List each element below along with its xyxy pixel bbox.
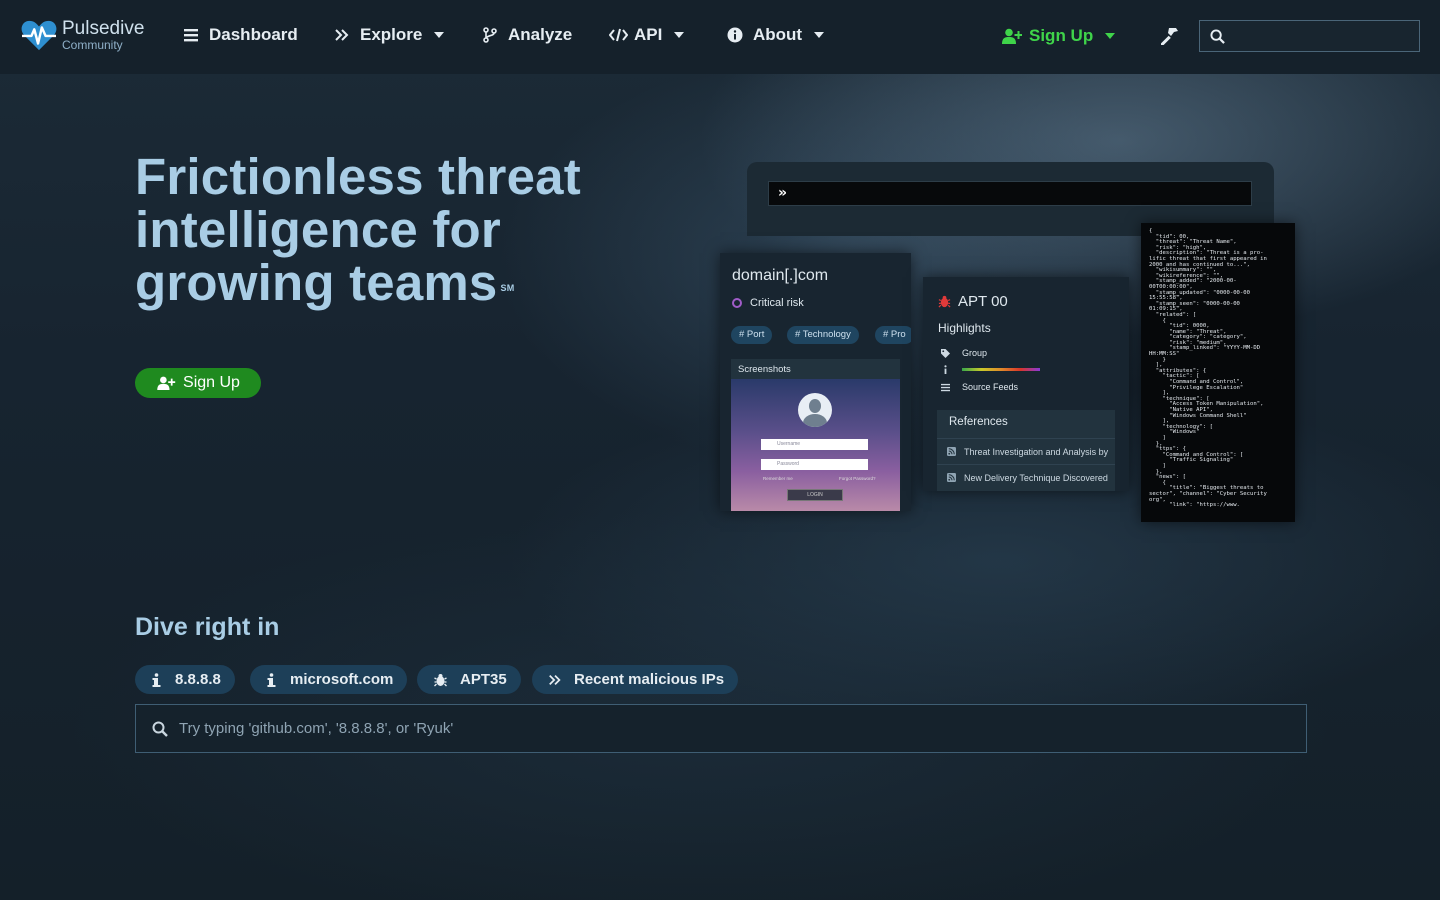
apt-risk-row [941,365,1040,374]
mockup-json-panel: { "tid": 00, "threat": "Threat Name", "r… [1141,223,1295,522]
login-screenshot: Username Password Remember me Forgot Pas… [731,379,900,511]
references-panel: References Threat Investigation and Anal… [937,410,1115,491]
nav-search-input[interactable] [1233,28,1413,44]
chip-domain[interactable]: microsoft.com [250,665,408,694]
apt-group-label: Group [962,348,988,358]
info-circle-icon [727,27,743,43]
reference-item: New Delivery Technique Discovered [937,464,1115,490]
bars-icon [184,29,198,42]
nav-about[interactable]: About [727,22,825,48]
nav-explore-label: Explore [360,25,423,44]
caret-down-icon [674,32,685,38]
double-chevron-icon [335,29,349,41]
reference-item: Threat Investigation and Analysis by [937,438,1115,464]
nav-explore[interactable]: Explore [334,22,445,48]
hero-signup-button[interactable]: Sign Up [135,368,261,398]
user-avatar-icon [798,393,832,427]
chip-explore[interactable]: Recent malicious IPs [532,665,739,694]
risk-gradient-bar [962,368,1040,371]
nav-signup[interactable]: Sign Up [1002,23,1116,49]
risk-dot-icon [732,298,742,308]
code-branch-icon [483,27,497,43]
dive-title: Dive right in [135,613,280,641]
main-search-input[interactable] [179,720,1279,737]
nav-search[interactable] [1199,20,1420,52]
apt-group-row: Group [941,348,987,358]
chip-label: Recent malicious IPs [574,671,725,688]
chip-label: APT35 [460,671,507,688]
apt-title: APT 00 [938,293,1008,310]
nav-api-label: API [634,25,663,44]
apt-highlights: Highlights [938,321,991,335]
hero-title-line1: Frictionless threat [135,148,581,205]
tag-pill: # Pro [875,326,911,344]
apt-feeds-row: Source Feeds [941,382,1018,392]
hero-title-line2: intelligence for [135,201,501,258]
nav-api[interactable]: API [609,22,685,48]
chip-label: 8.8.8.8 [175,671,221,688]
nav-dashboard-label: Dashboard [209,25,298,44]
info-icon [267,672,276,687]
json-code: { "tid": 00, "threat": "Threat Name", "r… [1149,228,1267,509]
nav-analyze-label: Analyze [508,25,573,44]
chip-label: microsoft.com [290,671,394,688]
bug-icon [434,673,447,686]
info-icon [944,365,947,374]
service-mark: SM [500,283,515,293]
domain-risk: Critical risk [732,297,804,309]
nav-analyze[interactable]: Analyze [482,22,572,48]
mockup-apt-card: APT 00 Highlights Group Source Feeds Ref… [923,277,1129,491]
reference-title: New Delivery Technique Discovered [964,472,1108,483]
fake-username: Username [761,439,868,450]
hammer-icon[interactable] [1161,27,1179,45]
brand-sub: Community [62,38,123,52]
bug-icon [938,295,951,308]
rss-icon [947,447,956,456]
user-plus-icon [157,376,176,390]
references-title: References [949,416,1008,428]
info-icon [152,672,161,687]
nav-signup-label: Sign Up [1029,26,1094,45]
pulsedive-heart-icon [21,20,57,51]
tag-pill: # Port [731,326,773,344]
tag-pill: # Technology [787,326,859,344]
user-plus-icon [1002,28,1022,44]
domain-title: domain[.]com [732,267,829,284]
chip-ip[interactable]: 8.8.8.8 [135,665,235,694]
tag-icon [941,348,950,358]
double-chevron-icon [549,674,561,685]
fake-login-button: LOGIN [787,489,843,501]
hero-title-line3-text: growing teams [135,254,498,311]
logo[interactable]: Pulsedive Community [20,18,144,52]
fake-remember: Remember me [763,476,793,481]
caret-down-icon [434,32,445,38]
hero-title: Frictionless threat intelligence for gro… [135,150,695,309]
search-icon [1210,28,1225,44]
caret-down-icon [1105,33,1116,39]
domain-risk-label: Critical risk [750,297,804,309]
apt-title-label: APT 00 [958,293,1008,310]
apt-feeds-label: Source Feeds [962,382,1019,392]
nav-dashboard[interactable]: Dashboard [183,22,298,48]
code-icon [609,28,628,42]
screenshots-panel: Screenshots Username Password Remember m… [731,359,900,511]
screenshots-label: Screenshots [738,364,791,375]
mockup-search-bar: » [768,181,1252,206]
reference-title: Threat Investigation and Analysis by [964,446,1109,457]
brand-name: Pulsedive [62,18,145,39]
search-icon [152,721,168,737]
fake-password: Password [761,459,868,470]
list-icon [941,383,950,391]
top-nav: Pulsedive Community Dashboard Explore An… [0,0,1440,74]
hero-title-line3: growing teams SM [135,256,695,309]
nav-about-label: About [753,25,803,44]
fake-forgot: Forgot Password? [839,476,876,481]
rss-icon [947,473,956,482]
hero-signup-label: Sign Up [183,374,240,391]
caret-down-icon [814,32,825,38]
chip-threat[interactable]: APT35 [417,665,521,694]
main-search[interactable] [135,704,1307,753]
mockup-domain-card: domain[.]com Critical risk # Port # Tech… [720,253,911,511]
